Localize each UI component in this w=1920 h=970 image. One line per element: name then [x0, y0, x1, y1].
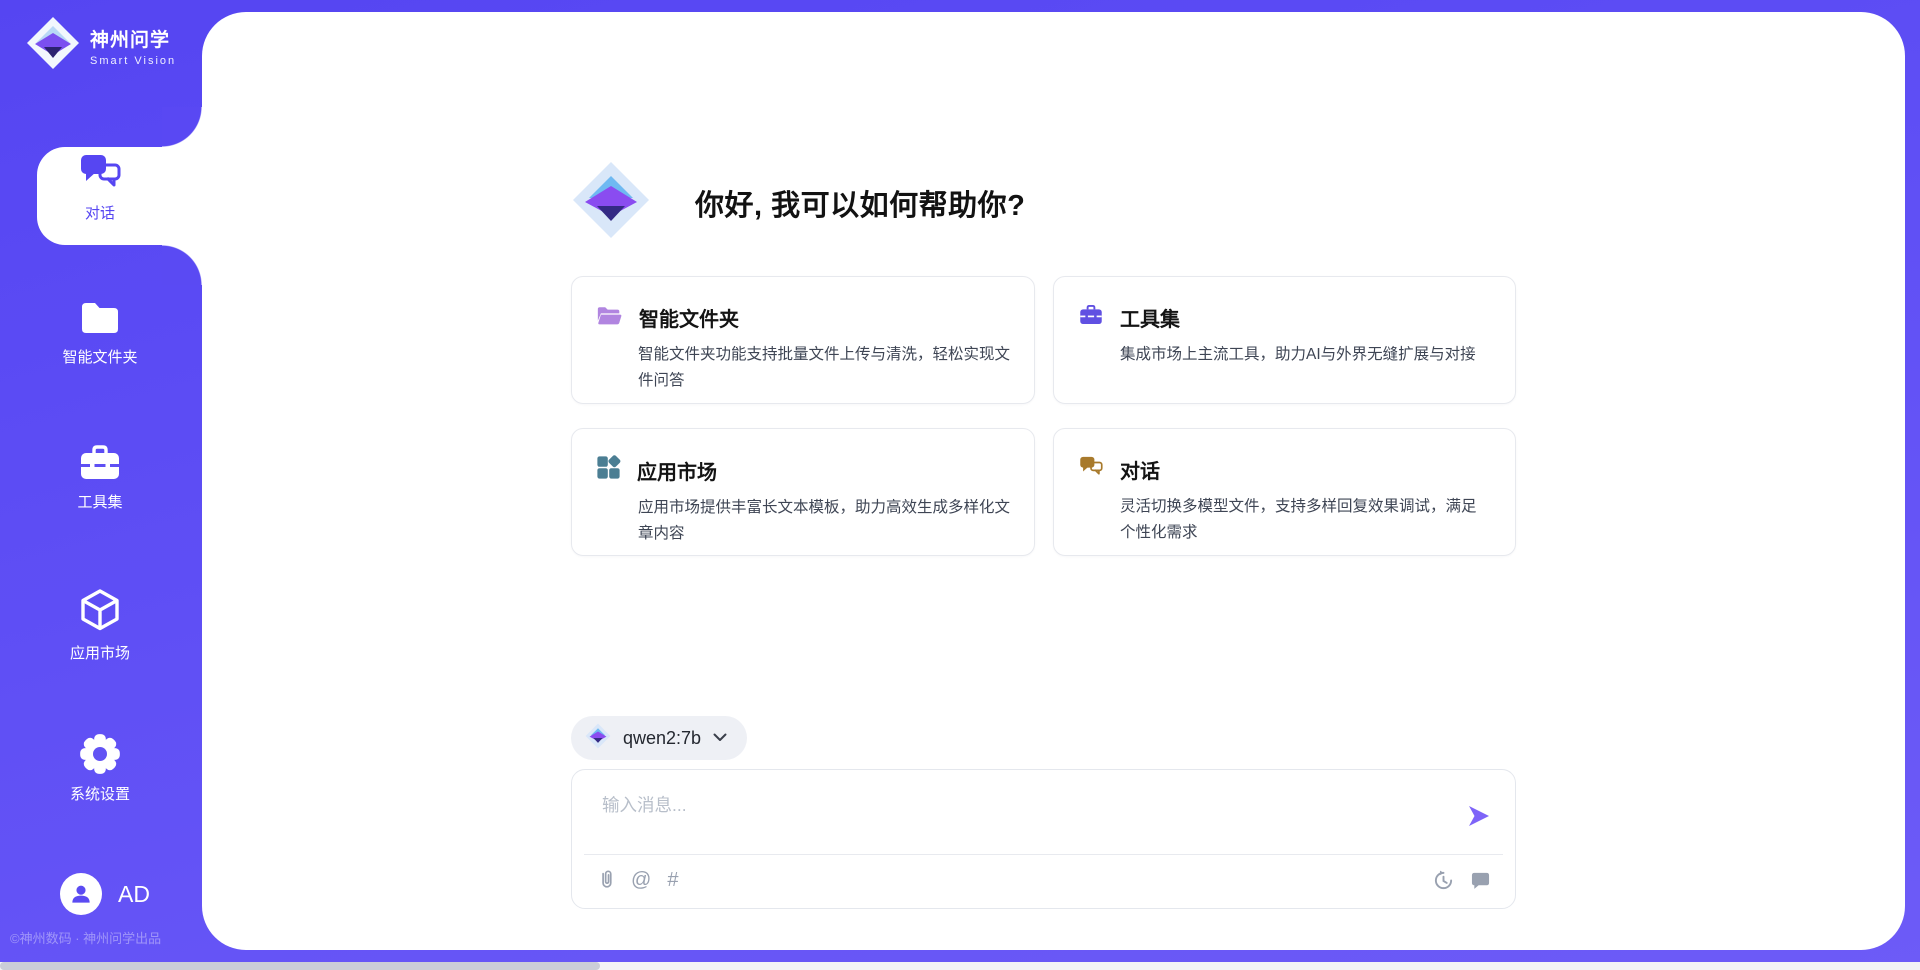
message-composer: @ #	[571, 769, 1516, 909]
sidebar-item-label: 对话	[0, 202, 200, 223]
sidebar-item-smart-folder[interactable]: 智能文件夹	[0, 298, 200, 367]
card-toolset[interactable]: 工具集 集成市场上主流工具，助力AI与外界无缝扩展与对接	[1053, 276, 1516, 404]
horizontal-scrollbar-track[interactable]	[0, 962, 1920, 970]
brand-subtitle: Smart Vision	[90, 55, 176, 67]
sidebar-item-label: 智能文件夹	[0, 346, 200, 367]
sidebar-item-toolset[interactable]: 工具集	[0, 443, 200, 512]
sidebar-item-app-market[interactable]: 应用市场	[0, 588, 200, 663]
greeting-text: 你好, 我可以如何帮助你?	[695, 182, 1025, 224]
sidebar-item-chat[interactable]: 对话	[0, 152, 200, 223]
send-icon[interactable]	[1467, 804, 1491, 833]
model-selector[interactable]: qwen2:7b	[571, 716, 747, 760]
composer-divider	[584, 854, 1503, 855]
chat-bubbles-icon	[1078, 455, 1104, 484]
hash-icon[interactable]: #	[667, 870, 678, 890]
copyright: ©神州数码 · 神州问学出品	[10, 928, 210, 947]
greeting-logo-icon	[571, 160, 651, 245]
comment-icon[interactable]	[1470, 871, 1491, 890]
composer-toolbar: @ #	[598, 868, 1491, 892]
model-logo-icon	[585, 723, 611, 754]
history-icon[interactable]	[1433, 870, 1454, 891]
toolbox-icon	[1078, 303, 1104, 332]
message-input[interactable]	[602, 792, 1422, 844]
user-profile[interactable]: AD	[60, 873, 150, 915]
horizontal-scrollbar-thumb[interactable]	[0, 962, 600, 970]
folder-icon	[0, 298, 200, 338]
sidebar-item-settings[interactable]: 系统设置	[0, 733, 200, 804]
card-title: 智能文件夹	[639, 303, 739, 332]
cube-icon	[0, 588, 200, 634]
greeting: 你好, 我可以如何帮助你?	[571, 160, 1025, 245]
app: 神州问学 Smart Vision 对话	[0, 0, 1920, 970]
sidebar-item-label: 应用市场	[0, 642, 200, 663]
card-title: 应用市场	[637, 456, 717, 485]
card-description: 智能文件夹功能支持批量文件上传与清洗，轻松实现文件问答	[638, 342, 1010, 393]
paperclip-icon[interactable]	[598, 868, 615, 892]
card-description: 灵活切换多模型文件，支持多样回复效果调试，满足个性化需求	[1120, 494, 1491, 545]
model-name: qwen2:7b	[623, 728, 701, 749]
card-description: 应用市场提供丰富长文本模板，助力高效生成多样化文章内容	[638, 495, 1010, 546]
tab-fillet-bottom	[162, 245, 202, 285]
open-folder-icon	[596, 304, 623, 332]
chevron-down-icon	[713, 729, 727, 747]
avatar	[60, 873, 102, 915]
card-title: 对话	[1120, 455, 1160, 484]
brand-name: 神州问学	[90, 25, 176, 52]
gear-icon	[0, 733, 200, 775]
tab-fillet-top	[162, 107, 202, 147]
briefcase-icon	[0, 443, 200, 483]
chat-icon	[0, 152, 200, 194]
brand-logo-icon	[26, 16, 80, 75]
card-chat[interactable]: 对话 灵活切换多模型文件，支持多样回复效果调试，满足个性化需求	[1053, 428, 1516, 556]
brand: 神州问学 Smart Vision	[26, 16, 176, 75]
card-app-market[interactable]: 应用市场 应用市场提供丰富长文本模板，助力高效生成多样化文章内容	[571, 428, 1035, 556]
grid-icon	[596, 455, 621, 485]
at-icon[interactable]: @	[631, 870, 651, 890]
quick-cards: 智能文件夹 智能文件夹功能支持批量文件上传与清洗，轻松实现文件问答	[571, 276, 1516, 556]
sidebar: 神州问学 Smart Vision 对话	[0, 0, 202, 970]
card-description: 集成市场上主流工具，助力AI与外界无缝扩展与对接	[1120, 342, 1491, 368]
sidebar-item-label: 工具集	[0, 491, 200, 512]
sidebar-item-label: 系统设置	[0, 783, 200, 804]
card-smart-folder[interactable]: 智能文件夹 智能文件夹功能支持批量文件上传与清洗，轻松实现文件问答	[571, 276, 1035, 404]
main-panel: 你好, 我可以如何帮助你? 智能文件夹 智能文件夹功能支持批量文件上传与清洗，轻…	[202, 12, 1905, 950]
user-name: AD	[118, 881, 150, 908]
card-title: 工具集	[1120, 303, 1180, 332]
